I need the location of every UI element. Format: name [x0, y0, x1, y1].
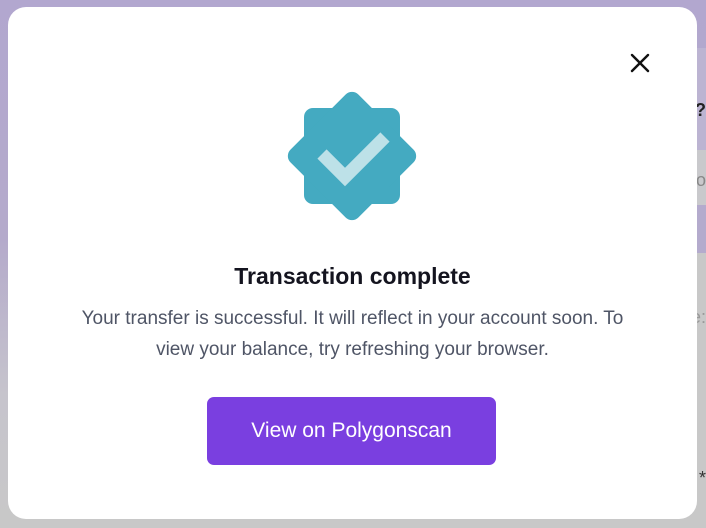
bg-section	[696, 48, 706, 150]
transaction-complete-modal: Transaction complete Your transfer is su…	[8, 7, 697, 519]
close-icon	[630, 53, 650, 73]
bg-section	[696, 205, 706, 253]
verified-check-badge-icon	[287, 91, 417, 221]
close-button[interactable]	[628, 51, 652, 75]
bg-text: o	[695, 170, 706, 190]
modal-title: Transaction complete	[234, 263, 471, 289]
view-on-polygonscan-button[interactable]: View on Polygonscan	[207, 397, 496, 465]
bg-text: *	[698, 468, 706, 488]
modal-description: Your transfer is successful. It will ref…	[81, 308, 624, 360]
